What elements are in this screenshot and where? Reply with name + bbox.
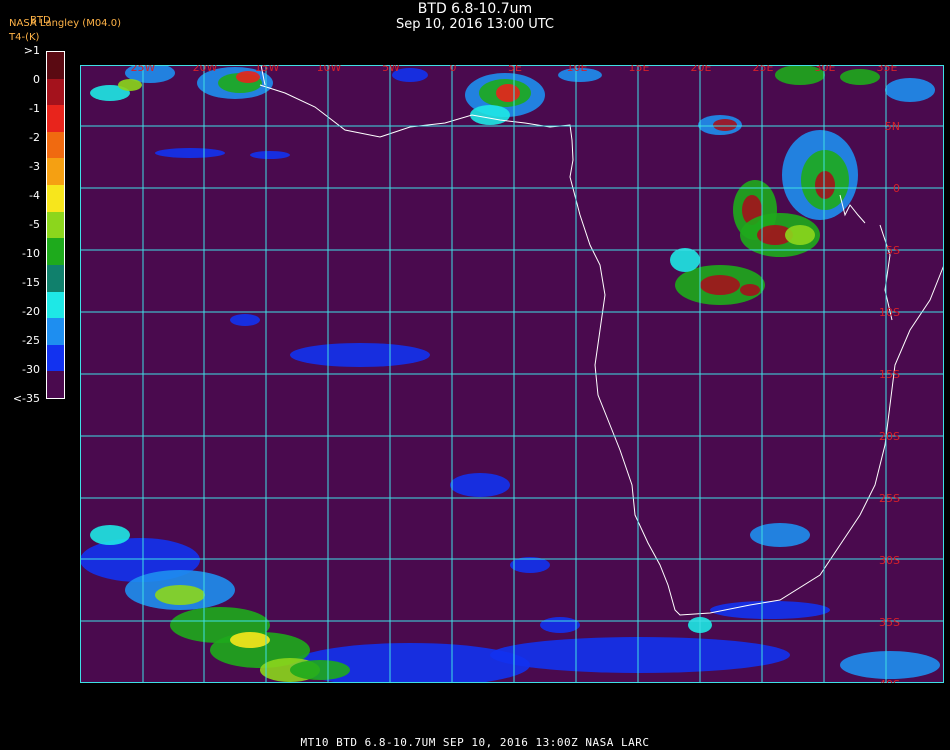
legend-tick-label: -10	[22, 247, 40, 260]
cloud-blob	[290, 343, 430, 367]
legend-tick-label: -15	[22, 276, 40, 289]
latitude-label: 20S	[879, 430, 900, 443]
cloud-blob	[540, 617, 580, 633]
latitude-label: 35S	[879, 616, 900, 629]
credit-overlay: BTD	[30, 15, 51, 26]
legend-swatch	[47, 344, 64, 372]
legend-swatch	[47, 185, 64, 213]
cloud-blob	[155, 148, 225, 158]
legend-swatch	[47, 264, 64, 293]
longitude-label: 30E	[815, 65, 836, 74]
legend-swatch	[47, 211, 64, 239]
latitude-label: 40S	[879, 678, 900, 683]
cloud-blob	[118, 79, 142, 91]
legend-swatch	[47, 78, 64, 106]
legend-swatch	[47, 158, 64, 186]
cloud-blob	[740, 284, 760, 296]
cloud-blob	[840, 651, 940, 679]
longitude-label: 5W	[382, 65, 400, 74]
legend-tick-label: -4	[29, 189, 40, 202]
map-timestamp: Sep 10, 2016 13:00 UTC	[395, 17, 555, 32]
longitude-label: 25W	[131, 65, 156, 74]
longitude-label: 25E	[753, 65, 774, 74]
cloud-blob	[290, 660, 350, 680]
cloud-blob	[230, 632, 270, 648]
cloud-blob	[450, 473, 510, 497]
cloud-blob	[713, 119, 737, 131]
longitude-label: 0	[450, 65, 457, 74]
cloud-blob	[470, 105, 510, 125]
legend-tick-label: -2	[29, 131, 40, 144]
longitude-label: 35E	[877, 65, 898, 74]
legend-tick-label: -25	[22, 334, 40, 347]
legend-swatch	[47, 371, 64, 399]
legend-swatch	[47, 105, 64, 133]
legend-swatch	[47, 131, 64, 159]
longitude-label: 10W	[317, 65, 342, 74]
legend-swatch	[47, 318, 64, 346]
cloud-blob	[250, 151, 290, 159]
longitude-label: 20E	[691, 65, 712, 74]
latitude-label: 15S	[879, 368, 900, 381]
legend-tick-label: -30	[22, 363, 40, 376]
latitude-label: 10S	[879, 306, 900, 319]
cloud-blob	[490, 637, 790, 673]
cloud-blob	[230, 314, 260, 326]
latitude-label: 25S	[879, 492, 900, 505]
longitude-label: 15E	[629, 65, 650, 74]
legend-tick-label: -1	[29, 102, 40, 115]
cloud-blob	[840, 69, 880, 85]
cloud-blob	[710, 601, 830, 619]
longitude-label: 15W	[255, 65, 280, 74]
longitude-label: 10E	[567, 65, 588, 74]
latitude-label: 5N	[885, 120, 900, 133]
legend-swatch	[47, 291, 64, 319]
legend-swatch	[47, 238, 64, 266]
legend-tick-label: -20	[22, 305, 40, 318]
credit-units: T4-(K)	[9, 32, 40, 43]
cloud-blob	[885, 78, 935, 102]
legend-tick-label: 0	[33, 73, 40, 86]
legend-tick-label: -3	[29, 160, 40, 173]
longitude-label: 20W	[193, 65, 218, 74]
legend-tick-label: <-35	[12, 392, 40, 405]
legend-tick-label: -5	[29, 218, 40, 231]
cloud-blob	[496, 84, 520, 102]
cloud-blob	[670, 248, 700, 272]
legend-swatch	[47, 52, 64, 80]
credit-org: NASA Langley (M04.0)	[9, 18, 121, 29]
latitude-label: 5S	[886, 244, 900, 257]
legend-tick-label: >1	[23, 44, 40, 57]
cloud-blob	[785, 225, 815, 245]
cloud-blob	[155, 585, 205, 605]
map-title: BTD 6.8-10.7um	[417, 1, 533, 17]
latitude-label: 30S	[879, 554, 900, 567]
cloud-blob	[815, 171, 835, 199]
cloud-blob	[700, 275, 740, 295]
cloud-blob	[90, 525, 130, 545]
color-legend	[46, 51, 65, 399]
longitude-label: 5E	[508, 65, 522, 74]
satellite-map: 25W 20W 15W 10W 5W 0 5E 10E 15E 20E 25E 30E 35E 5N 0 5S…	[80, 65, 944, 683]
latitude-label: 0	[893, 182, 900, 195]
cloud-blob	[750, 523, 810, 547]
footer-caption: MT10 BTD 6.8-10.7UM SEP 10, 2016 13:00Z …	[300, 736, 650, 749]
